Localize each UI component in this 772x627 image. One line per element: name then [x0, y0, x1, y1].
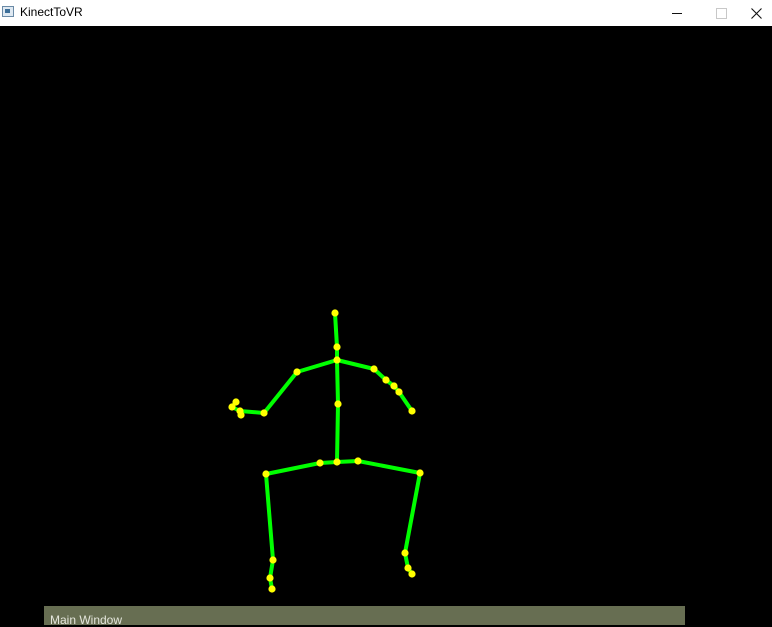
- bone-hipR-hipR2: [356, 459, 422, 475]
- joint-elL: [260, 409, 268, 417]
- bone-spineShoulder-spineMid: [335, 358, 340, 406]
- main-window-panel[interactable]: Main Window: [44, 606, 685, 627]
- joint-anL: [266, 574, 274, 582]
- joint-tipR: [408, 407, 416, 415]
- maximize-icon: [715, 7, 727, 19]
- joint-hipL2: [262, 470, 270, 478]
- bone-head-neck: [333, 311, 339, 349]
- bone-shL-elL: [262, 370, 299, 415]
- skeleton-canvas: [228, 309, 424, 593]
- joint-hipL: [316, 459, 324, 467]
- joint-shR: [370, 365, 378, 373]
- joint-ftL: [268, 585, 276, 593]
- bone-spineMid-spineBase: [335, 402, 340, 464]
- minimize-icon: [672, 12, 682, 14]
- joint-thL: [237, 411, 245, 419]
- bone-hipL-hipL2: [264, 461, 322, 476]
- maximize-button[interactable]: [698, 0, 744, 26]
- joint-hipR2: [416, 469, 424, 477]
- joint-spineShoulder: [333, 356, 341, 364]
- joint-tipL: [232, 398, 240, 406]
- joint-neck: [333, 343, 341, 351]
- joint-hdR: [395, 388, 403, 396]
- joint-wrR: [390, 382, 398, 390]
- app-window-icon: [2, 6, 14, 17]
- joint-ftR: [408, 570, 416, 578]
- joint-shL: [293, 368, 301, 376]
- joint-elR: [382, 376, 390, 384]
- bone-hipL2-knL: [264, 472, 275, 562]
- joint-knR: [401, 549, 409, 557]
- skeleton-viewport: [0, 26, 772, 625]
- bone-spineShoulder-shR: [335, 358, 376, 371]
- joint-spineBase: [333, 458, 341, 466]
- minimize-button[interactable]: [654, 0, 700, 26]
- title-bar[interactable]: KinectToVR: [0, 0, 772, 26]
- joint-anR: [404, 564, 412, 572]
- joint-spineMid: [334, 400, 342, 408]
- joint-hipR: [354, 457, 362, 465]
- joint-knL: [269, 556, 277, 564]
- joint-head: [331, 309, 339, 317]
- close-icon: [750, 7, 762, 19]
- bone-hipR2-knR: [403, 471, 422, 555]
- bone-spineShoulder-shL: [295, 358, 339, 374]
- close-button[interactable]: [740, 0, 772, 26]
- window-title: KinectToVR: [20, 5, 83, 19]
